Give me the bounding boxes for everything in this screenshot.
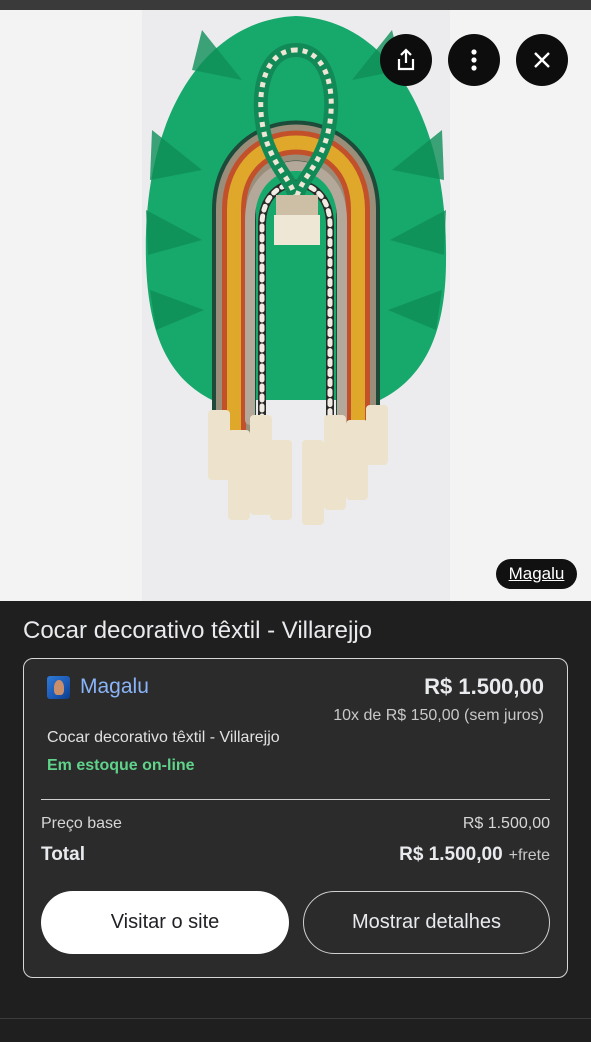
- divider: [41, 799, 550, 800]
- total-value: R$ 1.500,00: [399, 844, 503, 865]
- stock-status: Em estoque on-line: [47, 757, 195, 774]
- more-options-button[interactable]: [448, 34, 500, 86]
- product-title: Cocar decorativo têxtil - Villarejjo: [23, 617, 373, 644]
- close-button[interactable]: [516, 34, 568, 86]
- magalu-favicon-icon: [47, 675, 70, 699]
- share-icon: [397, 48, 415, 71]
- visit-site-button[interactable]: Visitar o site: [41, 891, 289, 954]
- offer-price: R$ 1.500,00: [424, 674, 544, 699]
- offer-product-name: Cocar decorativo têxtil - Villarejjo: [47, 729, 280, 746]
- total-label: Total: [41, 844, 85, 865]
- offer-card: Magalu R$ 1.500,00 10x de R$ 150,00 (sem…: [23, 658, 568, 978]
- installments-text: 10x de R$ 150,00 (sem juros): [333, 707, 544, 724]
- base-price-value: R$ 1.500,00: [462, 815, 550, 832]
- total-value-group: R$ 1.500,00 +frete: [399, 844, 550, 866]
- product-image[interactable]: [142, 10, 450, 601]
- show-details-button[interactable]: Mostrar detalhes: [303, 891, 550, 954]
- image-viewer: Magalu: [0, 10, 591, 601]
- seller-link[interactable]: Magalu: [47, 675, 149, 699]
- bottom-divider: [0, 1018, 591, 1019]
- shipping-extra: +frete: [508, 847, 550, 864]
- image-source-link[interactable]: Magalu: [496, 559, 577, 589]
- more-vert-icon: [471, 49, 477, 71]
- share-button[interactable]: [380, 34, 432, 86]
- base-price-label: Preço base: [41, 815, 122, 832]
- close-icon: [534, 52, 550, 68]
- status-strip: [0, 0, 591, 10]
- seller-name: Magalu: [80, 675, 149, 698]
